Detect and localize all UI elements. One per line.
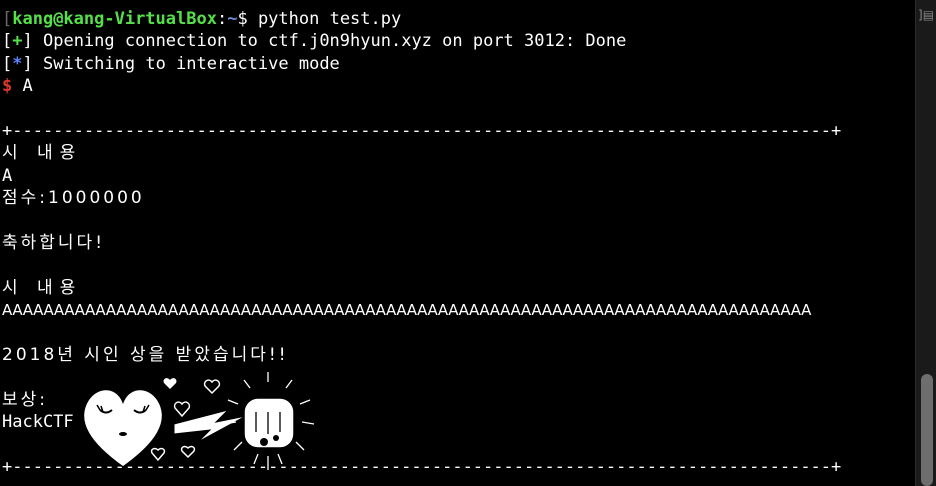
small-heart-icon <box>180 445 196 459</box>
blank-line <box>0 210 841 232</box>
prompt-path: ~ <box>227 9 238 29</box>
output-line-opening: [+] Opening connection to ctf.j0n9hyun.x… <box>0 30 841 52</box>
heart-fist-sticker <box>82 372 315 470</box>
small-heart-icon <box>203 379 221 395</box>
poem-label-1: 시 내용 <box>2 143 83 164</box>
prompt-symbol: $ <box>237 9 258 29</box>
menu-icon[interactable]: ▤ <box>923 8 934 22</box>
opening-text: Opening connection to ctf.j0n9hyun.xyz o… <box>32 31 627 52</box>
prompt-command: python test.py <box>257 9 402 29</box>
small-heart-icon <box>150 447 166 462</box>
scrollbar-header: ]▤ <box>918 8 934 22</box>
bracket-open: [ <box>2 53 13 74</box>
plus-mark: + <box>12 31 23 52</box>
scrollbar-thumb[interactable] <box>921 374 933 486</box>
prompt-user-host: kang@kang-VirtualBox <box>12 9 217 29</box>
heart-icon <box>82 388 164 468</box>
output-line-input: $ A <box>0 75 841 97</box>
small-heart-icon <box>173 401 191 418</box>
output-line-switching: [*] Switching to interactive mode <box>0 53 841 75</box>
prompt-colon: : <box>216 9 228 29</box>
vertical-scrollbar[interactable]: ]▤ <box>915 0 936 486</box>
blank-line <box>0 98 841 120</box>
terminal-window[interactable]: [kang@kang-VirtualBox:~$ python test.py … <box>0 0 916 486</box>
input-text: A <box>12 76 33 97</box>
lightning-icon <box>173 409 247 443</box>
prompt-open-bracket: [ <box>2 9 13 29</box>
switching-text: Switching to interactive mode <box>32 53 340 74</box>
score-line: 점수:1000000 <box>2 188 145 209</box>
poem-content-2: AAAAAAAAAAAAAAAAAAAAAAAAAAAAAAAAAAAAAAAA… <box>2 301 812 320</box>
blank-line <box>0 254 841 276</box>
bracket-close: ] <box>22 31 33 52</box>
award-line: 2018년 시인 상을 받았습니다!! <box>2 344 289 365</box>
border-top: +---------------------------------------… <box>2 120 842 141</box>
bracket-open: [ <box>2 31 13 52</box>
small-heart-icon <box>163 378 177 389</box>
poem-label-2: 시 내용 <box>2 277 83 298</box>
dollar-mark: $ <box>2 76 13 97</box>
poem-content-1: A <box>2 165 13 186</box>
prompt-line: [kang@kang-VirtualBox:~$ python test.py <box>0 8 841 30</box>
star-mark: * <box>12 53 23 74</box>
bracket-close: ] <box>22 53 33 74</box>
congrats-line: 축하합니다! <box>2 232 106 253</box>
blank-line <box>0 321 841 343</box>
